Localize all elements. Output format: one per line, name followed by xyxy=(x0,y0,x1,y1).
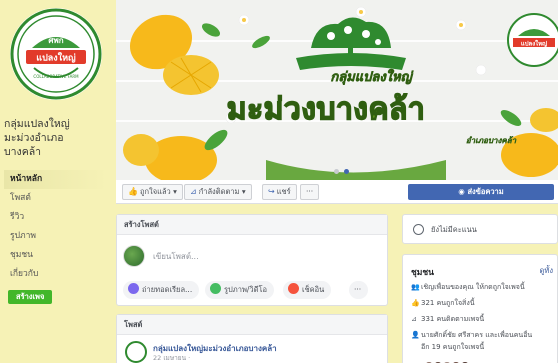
likes-count-label: 321 คนถูกใจสิ่งนี้ xyxy=(421,299,475,307)
see-all-link[interactable]: ดูทั้ง xyxy=(540,265,553,277)
checkin-button[interactable]: เช็คอิน xyxy=(283,281,332,299)
more-options-button[interactable]: ··· xyxy=(300,184,320,200)
page-profile-logo[interactable]: ศพก แปลงใหญ่ COLLABORATIVE FARM xyxy=(10,8,102,100)
liked-button[interactable]: 👍 ถูกใจแล้ว ▾ xyxy=(122,184,183,200)
rss-icon: ⊿ xyxy=(190,187,197,196)
following-label: กำลังติดตาม xyxy=(198,187,240,196)
more-composer-options-button[interactable]: ··· xyxy=(349,281,369,299)
community-title: ชุมชน xyxy=(411,268,434,278)
cover-script-text: กลุ่มแปลงใหญ่ xyxy=(330,70,412,86)
page-action-bar: 👍 ถูกใจแล้ว ▾ ⊿ กำลังติดตาม ▾ ↪ แชร์ ··· ◉ … xyxy=(116,180,558,204)
photo-icon xyxy=(210,283,221,294)
friends-like-row[interactable]: 👤นายศักดิ์ชัย ศรีสาคร และเพื่อนคนอื่น xyxy=(411,329,557,341)
checkin-label: เช็คอิน xyxy=(302,285,325,294)
cover-photo[interactable]: แปลงใหญ่ กลุ่มแปลงใหญ่ มะม่วงบางคล้า อำเ… xyxy=(116,0,558,180)
followers-count-label: 331 คนติดตามเพจนี้ xyxy=(421,315,485,323)
nav-item-community[interactable]: ชุมชน xyxy=(4,246,108,265)
composer-actions: ถ่ายทอดเรียล... รูปภาพ/วิดีโอ เช็คอิน ··… xyxy=(123,281,385,299)
live-video-label: ถ่ายทอดเรียล... xyxy=(142,285,193,294)
posts-title: โพสต์ xyxy=(117,315,387,335)
logo-emblem-icon: ศพก แปลงใหญ่ COLLABORATIVE FARM xyxy=(10,8,102,100)
thumbs-up-icon: 👍 xyxy=(411,299,420,307)
page-name-line: บางคล้า xyxy=(4,146,42,158)
avatar xyxy=(123,245,145,267)
left-sidebar: ศพก แปลงใหญ่ COLLABORATIVE FARM กลุ่มแปล… xyxy=(0,0,112,363)
cover-logo-text: แปลงใหญ่ xyxy=(521,40,547,48)
live-video-icon xyxy=(128,283,139,294)
logo-bottom-text: COLLABORATIVE FARM xyxy=(33,74,79,79)
info-icon xyxy=(413,224,424,235)
nav-item-home[interactable]: หน้าหลัก xyxy=(4,170,108,189)
likes-count-row: 👍321 คนถูกใจสิ่งนี้ xyxy=(411,297,557,309)
posts-card: โพสต์ กลุ่มแปลงใหญ่มะม่วงอำเภอบางคล้า 22… xyxy=(116,314,388,363)
share-label: แชร์ xyxy=(276,187,291,196)
photo-video-label: รูปภาพ/วิดีโอ xyxy=(224,285,268,294)
create-post-card: สร้างโพสต์ เขียนโพสต์... ถ่ายทอดเรียล...… xyxy=(116,214,388,306)
right-sidebar: ยังไม่มีคะแนน ชุมชน ดูทั้ง 👥เชิญเพื่อนขอ… xyxy=(402,214,558,363)
post-composer-input[interactable]: เขียนโพสต์... xyxy=(153,250,199,263)
page-name-line: มะม่วงอำเภอ xyxy=(4,132,64,144)
community-card: ชุมชน ดูทั้ง 👥เชิญเพื่อนของคุณ ให้กดถูกใ… xyxy=(402,254,558,363)
live-video-button[interactable]: ถ่ายทอดเรียล... xyxy=(123,281,200,299)
logo-banner-text: แปลงใหญ่ xyxy=(36,52,76,64)
friends-avatar-stack[interactable] xyxy=(425,355,470,363)
followers-count-row: ⊿ 331 คนติดตามเพจนี้ xyxy=(411,313,557,325)
invite-friends-icon: 👥 xyxy=(411,283,420,291)
invite-friends-row[interactable]: 👥เชิญเพื่อนของคุณ ให้กดถูกใจเพจนี้ xyxy=(411,281,557,293)
friends-like-label: นายศักดิ์ชัย ศรีสาคร และเพื่อนคนอื่น xyxy=(421,331,533,339)
carousel-dot[interactable] xyxy=(334,169,339,174)
page-name[interactable]: กลุ่มแปลงใหญ่ มะม่วงอำเภอ บางคล้า xyxy=(4,117,112,159)
nav-item-posts[interactable]: โพสต์ xyxy=(4,189,108,208)
page-nav: หน้าหลัก โพสต์ รีวิว รูปภาพ ชุมชน เกี่ยว… xyxy=(4,170,108,304)
send-message-label: ส่งข้อความ xyxy=(467,187,504,196)
avatar[interactable] xyxy=(125,341,147,363)
nav-item-about[interactable]: เกี่ยวกับ xyxy=(4,265,108,284)
rss-icon: ⊿ xyxy=(411,315,417,323)
messenger-icon: ◉ xyxy=(458,187,465,196)
rating-card: ยังไม่มีคะแนน xyxy=(402,214,558,244)
thumbs-up-icon: 👍 xyxy=(128,187,138,196)
rating-status-text: ยังไม่มีคะแนน xyxy=(431,225,477,234)
photo-video-button[interactable]: รูปภาพ/วิดีโอ xyxy=(205,281,275,299)
composer[interactable]: เขียนโพสต์... xyxy=(123,245,373,267)
cover-subtitle: อำเภอบางคล้า xyxy=(465,136,517,145)
following-button[interactable]: ⊿ กำลังติดตาม ▾ xyxy=(184,184,252,200)
location-pin-icon xyxy=(288,283,299,294)
cover-title: มะม่วงบางคล้า xyxy=(226,91,426,127)
logo-top-text: ศพก xyxy=(48,36,63,45)
share-icon: ↪ xyxy=(268,187,275,196)
nav-item-reviews[interactable]: รีวิว xyxy=(4,208,108,227)
page-name-line: กลุ่มแปลงใหญ่ xyxy=(4,118,70,130)
liked-label: ถูกใจแล้ว xyxy=(139,187,171,196)
invite-friends-label: เชิญเพื่อนของคุณ ให้กดถูกใจเพจนี้ xyxy=(421,283,525,291)
share-button[interactable]: ↪ แชร์ xyxy=(262,184,297,200)
carousel-dot-active[interactable] xyxy=(344,169,349,174)
post-header: กลุ่มแปลงใหญ่มะม่วงอำเภอบางคล้า 22 เมษาย… xyxy=(125,341,381,363)
nav-item-photos[interactable]: รูปภาพ xyxy=(4,227,108,246)
create-post-title: สร้างโพสต์ xyxy=(117,215,387,235)
send-message-button[interactable]: ◉ ส่งข้อความ xyxy=(408,184,554,200)
friends-icon: 👤 xyxy=(411,331,420,339)
friends-like-row-more[interactable]: อีก 19 คนถูกใจเพจนี้ xyxy=(411,341,557,353)
post-timestamp[interactable]: 22 เมษายน · xyxy=(153,353,190,363)
create-page-button[interactable]: สร้างเพจ xyxy=(8,290,53,304)
